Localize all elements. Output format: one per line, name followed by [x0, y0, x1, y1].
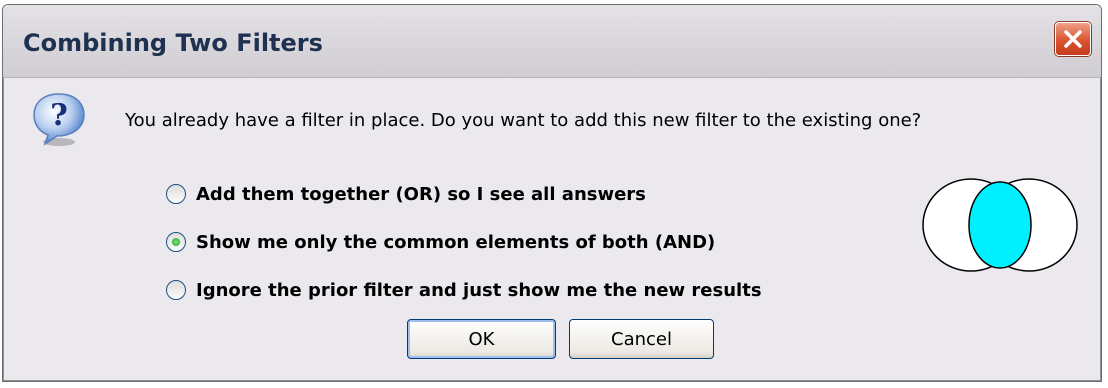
option-or[interactable]: Add them together (OR) so I see all answ… [166, 170, 762, 218]
radio-ignore-prior[interactable] [166, 280, 186, 300]
title-bar[interactable]: Combining Two Filters [3, 5, 1101, 78]
option-ignore-prior-label[interactable]: Ignore the prior filter and just show me… [196, 280, 762, 301]
close-button[interactable] [1055, 22, 1091, 56]
svg-text:?: ? [50, 98, 68, 133]
combine-filters-dialog: Combining Two Filters ? You already have… [2, 4, 1102, 382]
filter-options-group: Add them together (OR) so I see all answ… [166, 170, 762, 314]
dialog-message: You already have a filter in place. Do y… [125, 110, 922, 131]
option-or-label[interactable]: Add them together (OR) so I see all answ… [196, 184, 646, 205]
option-and-label[interactable]: Show me only the common elements of both… [196, 232, 715, 253]
cancel-button[interactable]: Cancel [569, 319, 714, 359]
ok-button[interactable]: OK [407, 319, 556, 359]
dialog-body: ? You already have a filter in place. Do… [3, 78, 1101, 381]
dialog-title: Combining Two Filters [23, 29, 323, 57]
radio-and[interactable] [166, 232, 186, 252]
option-ignore-prior[interactable]: Ignore the prior filter and just show me… [166, 266, 762, 314]
option-and[interactable]: Show me only the common elements of both… [166, 218, 762, 266]
question-icon: ? [33, 93, 85, 146]
venn-diagram-icon [922, 178, 1078, 272]
radio-or[interactable] [166, 184, 186, 204]
close-icon [1064, 30, 1082, 48]
